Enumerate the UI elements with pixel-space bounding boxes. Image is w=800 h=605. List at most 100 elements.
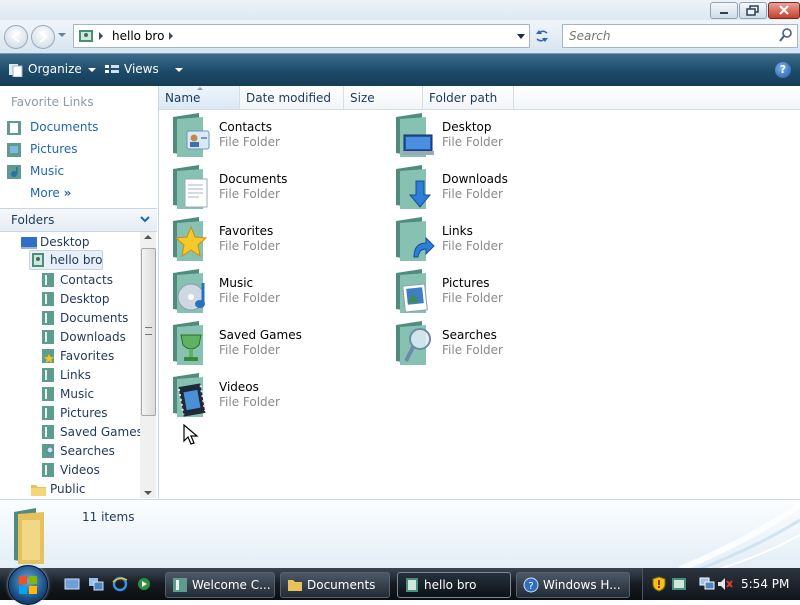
file-item-pictures[interactable]: Pictures File Folder — [392, 269, 602, 317]
contacts-folder-icon — [173, 113, 210, 157]
search-box[interactable] — [562, 24, 798, 48]
saved-games-folder-icon — [42, 425, 54, 439]
notification-area: 5:54 PM — [642, 568, 800, 600]
recent-pages-dropdown[interactable] — [58, 33, 66, 37]
more-links-button[interactable]: More » — [30, 186, 71, 200]
file-name: Videos — [219, 380, 259, 394]
start-button[interactable] — [8, 565, 48, 605]
file-item-desktop[interactable]: Desktop File Folder — [392, 113, 602, 161]
file-item-documents[interactable]: Documents File Folder — [169, 165, 379, 213]
folder-large-icon — [14, 508, 44, 564]
refresh-button[interactable] — [530, 24, 554, 48]
file-item-contacts[interactable]: Contacts File Folder — [169, 113, 379, 161]
file-name: Desktop — [442, 120, 492, 134]
file-item-searches[interactable]: Searches File Folder — [392, 321, 602, 369]
taskbar-button-hello-bro[interactable]: hello bro — [397, 572, 511, 598]
music-folder-icon — [42, 387, 54, 401]
searches-folder-icon — [42, 444, 54, 458]
media-player-icon[interactable] — [136, 576, 152, 592]
file-type: File Folder — [219, 135, 280, 149]
address-bar-region: hello bro — [0, 20, 800, 53]
file-item-links[interactable]: Links File Folder — [392, 217, 602, 265]
breadcrumb-separator-icon[interactable] — [99, 32, 103, 40]
chevron-down-icon[interactable] — [174, 67, 183, 72]
favorites-star-icon — [173, 217, 208, 261]
address-field[interactable]: hello bro — [73, 24, 530, 48]
clock[interactable]: 5:54 PM — [741, 577, 789, 591]
breadcrumb-separator-icon[interactable] — [169, 32, 173, 40]
navigation-pane: Favorite Links Documents Pictures Music … — [0, 86, 159, 499]
pictures-folder-icon — [396, 269, 428, 313]
back-arrow-icon — [11, 31, 20, 43]
grip-icon — [145, 327, 152, 335]
back-button[interactable] — [4, 25, 28, 49]
maximize-button[interactable] — [739, 2, 767, 19]
tree-item-hello-bro[interactable]: hello bro — [29, 250, 103, 270]
file-name: Favorites — [219, 224, 274, 238]
internet-explorer-icon[interactable] — [112, 576, 128, 592]
volume-muted-icon[interactable] — [717, 576, 733, 592]
item-count: 11 items — [82, 510, 135, 524]
close-button[interactable] — [768, 2, 800, 19]
scrollbar-thumb[interactable] — [141, 248, 156, 416]
defender-icon[interactable] — [671, 576, 687, 592]
folders-scrollbar[interactable] — [140, 232, 156, 498]
column-header-folder-path[interactable]: Folder path — [423, 86, 514, 109]
file-item-videos[interactable]: Videos File Folder — [169, 373, 379, 421]
desktop-folder-icon — [396, 113, 434, 157]
double-chevron-icon: » — [63, 186, 72, 200]
file-type: File Folder — [219, 343, 280, 357]
column-header-size[interactable]: Size — [344, 86, 423, 109]
file-item-favorites[interactable]: Favorites File Folder — [169, 217, 379, 265]
security-shield-icon[interactable] — [651, 576, 667, 592]
file-item-music[interactable]: Music File Folder — [169, 269, 379, 317]
show-desktop-icon[interactable] — [64, 576, 80, 592]
minimize-button[interactable] — [710, 2, 738, 19]
file-name: Saved Games — [219, 328, 302, 342]
taskbar-button-windows-help[interactable]: ? Windows H... — [516, 572, 630, 598]
organize-button[interactable]: Organize — [8, 62, 96, 77]
taskbar-button-documents[interactable]: Documents — [280, 572, 390, 598]
column-header-date-modified[interactable]: Date modified — [240, 86, 344, 109]
desktop-folder-icon — [42, 292, 54, 306]
scroll-down-arrow-icon[interactable] — [144, 491, 152, 495]
network-icon[interactable] — [699, 576, 715, 592]
file-type: File Folder — [442, 343, 503, 357]
forward-button[interactable] — [31, 25, 55, 49]
documents-folder-icon — [7, 121, 21, 135]
restore-icon — [746, 5, 759, 16]
downloads-folder-icon — [396, 165, 432, 209]
music-folder-icon — [7, 165, 21, 179]
file-item-saved-games[interactable]: Saved Games File Folder — [169, 321, 379, 369]
file-name: Contacts — [219, 120, 272, 134]
search-icon[interactable] — [779, 28, 793, 42]
views-button[interactable]: Views — [104, 62, 183, 77]
favorites-star-icon — [42, 349, 54, 363]
videos-folder-icon — [42, 463, 54, 477]
breadcrumb-hello-bro[interactable]: hello bro — [112, 29, 164, 43]
help-icon[interactable]: ? — [775, 62, 791, 78]
scroll-up-arrow-icon[interactable] — [144, 235, 152, 239]
file-item-downloads[interactable]: Downloads File Folder — [392, 165, 602, 213]
searches-folder-icon — [396, 321, 431, 365]
file-type: File Folder — [219, 239, 280, 253]
switch-windows-icon[interactable] — [88, 576, 104, 592]
address-history-dropdown[interactable] — [517, 34, 525, 39]
downloads-folder-icon — [42, 330, 54, 344]
search-input[interactable] — [567, 27, 771, 45]
welcome-center-icon — [173, 578, 187, 592]
file-type: File Folder — [442, 239, 503, 253]
contacts-folder-icon — [42, 273, 54, 287]
sort-ascending-icon — [197, 87, 203, 90]
svg-text:?: ? — [528, 581, 533, 592]
links-folder-icon — [42, 368, 54, 382]
file-type: File Folder — [219, 395, 280, 409]
column-header-name[interactable]: Name — [159, 86, 240, 109]
file-name: Searches — [442, 328, 497, 342]
minimize-icon — [720, 12, 728, 14]
folders-header[interactable]: Folders — [0, 208, 157, 232]
title-bar — [0, 0, 800, 20]
taskbar-button-welcome-center[interactable]: Welcome C... — [165, 572, 275, 598]
desktop-icon — [21, 237, 37, 249]
mouse-cursor-icon — [183, 424, 199, 445]
